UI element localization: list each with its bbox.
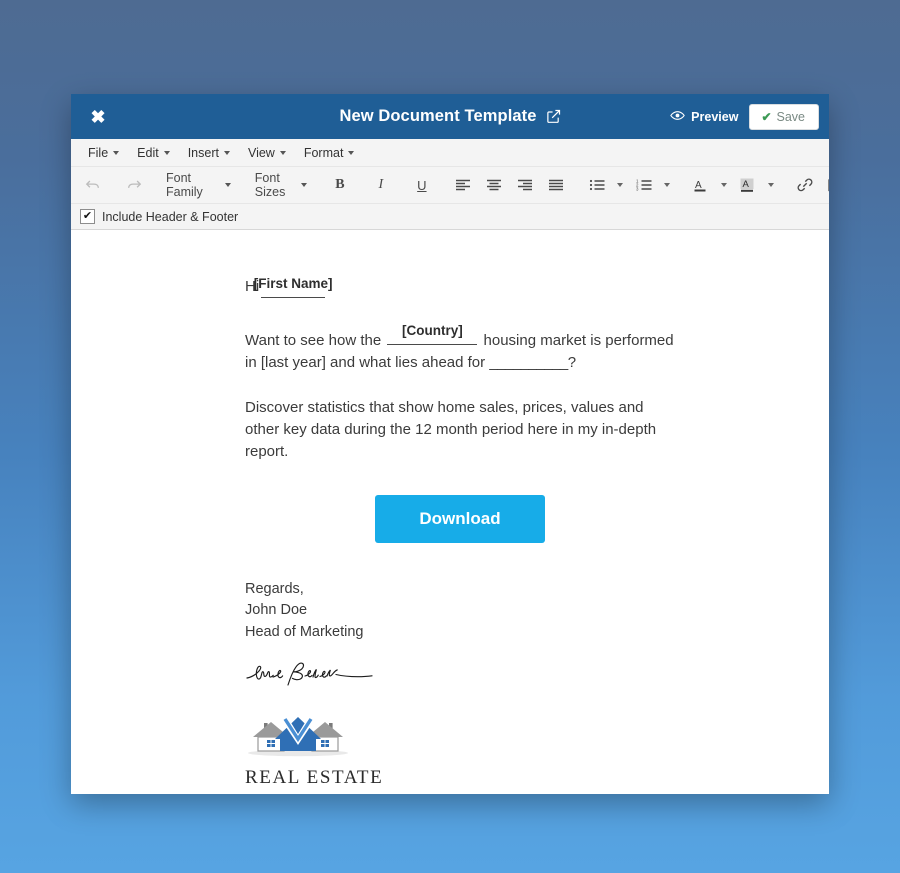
redo-icon[interactable]	[118, 173, 149, 198]
bullet-list-chevron-down-icon[interactable]	[617, 183, 624, 187]
svg-text:A: A	[695, 180, 702, 191]
company-logo: REAL ESTATE YOUR BUSINESS TAGLINE GOES H…	[245, 713, 675, 794]
font-family-select[interactable]: Font Family	[159, 167, 238, 203]
menu-insert-label: Insert	[187, 145, 219, 160]
signoff-line-3: Head of Marketing	[245, 624, 364, 640]
include-header-footer-checkbox[interactable]: ✔	[80, 209, 95, 224]
paragraph-2: Discover statistics that show home sales…	[245, 399, 657, 460]
svg-text:A: A	[743, 179, 750, 190]
titlebar-actions: Preview ✔ Save	[670, 103, 819, 130]
align-left-icon[interactable]	[447, 173, 478, 198]
eye-icon	[670, 110, 685, 124]
signature-image	[243, 656, 675, 699]
underline-label: U	[417, 177, 427, 193]
font-size-select[interactable]: Font Sizes	[248, 167, 315, 203]
italic-label: I	[378, 177, 384, 192]
options-row: ✔ Include Header & Footer	[71, 204, 829, 230]
image-icon[interactable]	[820, 173, 829, 198]
paragraph-1: Want to see how the [Country] housing ma…	[245, 323, 675, 374]
highlight-color-chevron-down-icon[interactable]	[768, 183, 775, 187]
text-color-chevron-down-icon[interactable]	[721, 183, 728, 187]
paragraph-1-part-2: housing market is performed	[483, 331, 674, 349]
menu-file-label: File	[88, 145, 109, 160]
window-titlebar: ✖ New Document Template Preview ✔ Save	[71, 94, 829, 139]
save-label: Save	[776, 109, 806, 124]
menu-view[interactable]: View	[239, 143, 295, 163]
chevron-down-icon	[224, 183, 231, 187]
numbered-list-icon[interactable]: 1 2 3	[628, 173, 659, 198]
menu-insert[interactable]: Insert	[179, 143, 239, 163]
formatting-toolbar: Font Family Font Sizes B I U 1 2 3 A A	[71, 167, 829, 204]
menu-format-label: Format	[303, 145, 344, 160]
close-button[interactable]: ✖	[77, 108, 119, 126]
document-template-window: ✖ New Document Template Preview ✔ Save F…	[71, 94, 829, 794]
menubar: File Edit Insert View Format	[71, 139, 829, 167]
align-justify-icon[interactable]	[540, 173, 571, 198]
real-estate-house-icon	[248, 716, 348, 756]
numbered-list-chevron-down-icon[interactable]	[664, 183, 671, 187]
paragraph-1-line-2-b: ?	[567, 353, 577, 371]
merge-tag-country-label: [Country]	[401, 323, 463, 339]
merge-tag-country[interactable]: [Country]	[387, 323, 478, 345]
text-color-icon[interactable]: A	[685, 173, 716, 198]
underline-button[interactable]: U	[406, 173, 437, 198]
chevron-down-icon	[113, 150, 120, 155]
download-button-wrap: Download	[245, 487, 675, 543]
logo-title: REAL ESTATE	[245, 767, 384, 789]
link-icon[interactable]	[789, 173, 820, 198]
signoff-block: Regards, John Doe Head of Marketing	[245, 579, 675, 644]
document-content: Hi [First Name] Want to see how the [Cou…	[71, 230, 675, 794]
signoff-line-2: John Doe	[245, 602, 308, 619]
align-right-icon[interactable]	[509, 173, 540, 198]
merge-tag-first-name[interactable]: [First Name]	[254, 276, 333, 298]
bold-label: B	[335, 177, 345, 192]
edit-square-icon[interactable]	[546, 109, 561, 124]
font-size-label: Font Sizes	[254, 171, 286, 199]
download-button[interactable]: Download	[375, 494, 545, 543]
undo-icon[interactable]	[77, 173, 108, 198]
merge-tag-first-name-label: [First Name]	[253, 276, 333, 292]
chevron-down-icon	[223, 150, 230, 155]
paragraph-1-part-1: Want to see how the	[245, 331, 382, 349]
chevron-down-icon	[163, 150, 170, 155]
check-icon: ✔	[761, 109, 772, 124]
align-center-icon[interactable]	[478, 173, 509, 198]
greeting-line: Hi [First Name]	[245, 276, 675, 298]
paragraph-1-blank: __________	[489, 353, 568, 371]
bullet-list-icon[interactable]	[581, 173, 612, 198]
bold-button[interactable]: B	[324, 173, 355, 198]
italic-button[interactable]: I	[365, 173, 396, 198]
menu-edit[interactable]: Edit	[128, 143, 179, 163]
menu-edit-label: Edit	[137, 145, 159, 160]
page-title: New Document Template	[339, 107, 537, 125]
chevron-down-icon	[348, 150, 355, 155]
signoff-line-1: Regards,	[245, 580, 304, 597]
menu-file[interactable]: File	[79, 143, 128, 163]
save-button[interactable]: ✔ Save	[749, 103, 819, 130]
preview-label: Preview	[691, 109, 739, 124]
paragraph-1-line-2-a: in [last year] and what lies ahead for	[245, 353, 486, 371]
include-header-footer-label: Include Header & Footer	[102, 209, 239, 224]
preview-button[interactable]: Preview	[670, 110, 738, 124]
chevron-down-icon	[279, 150, 286, 155]
chevron-down-icon	[301, 183, 308, 187]
highlight-color-icon[interactable]: A	[732, 173, 763, 198]
svg-text:3: 3	[636, 187, 639, 191]
font-family-label: Font Family	[166, 171, 203, 199]
document-canvas[interactable]: Hi [First Name] Want to see how the [Cou…	[71, 230, 829, 794]
menu-view-label: View	[247, 145, 275, 160]
menu-format[interactable]: Format	[295, 143, 364, 163]
